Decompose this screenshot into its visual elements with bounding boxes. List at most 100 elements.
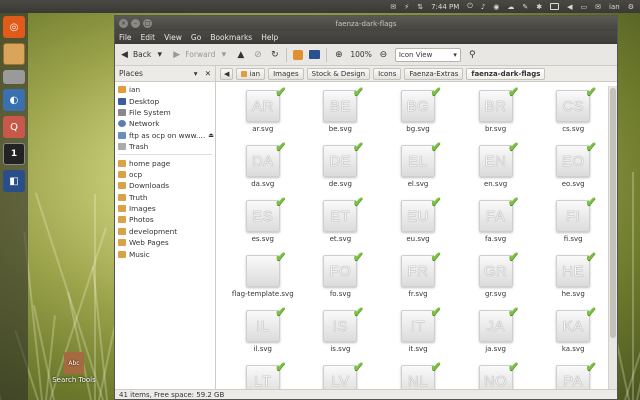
breadcrumb-scroll-left[interactable]: ◀ <box>220 67 234 80</box>
file-item[interactable]: NL ✔ <box>379 359 457 389</box>
forward-button[interactable]: ▶ Forward ▾ <box>171 49 229 60</box>
power-indicator-icon[interactable]: ⚡ <box>404 3 409 11</box>
battery-icon[interactable]: ▭ <box>581 3 588 11</box>
chevron-down-icon[interactable]: ▾ <box>194 69 198 78</box>
keyboard-layout-icon[interactable] <box>550 3 560 10</box>
pin-icon[interactable]: ✎ <box>522 3 528 11</box>
sidebar-bookmark[interactable]: ocp <box>115 169 215 180</box>
file-item[interactable]: ✔ flag-template.svg <box>224 249 302 306</box>
sidebar-bookmark[interactable]: Downloads <box>115 180 215 191</box>
volume-icon[interactable]: ◀ <box>567 3 572 11</box>
menu-file[interactable]: File <box>119 33 132 42</box>
session-icon[interactable]: ⚙ <box>628 3 634 11</box>
sidebar-item-desktop[interactable]: Desktop <box>115 95 215 106</box>
file-item[interactable]: NO ✔ <box>457 359 535 389</box>
menu-go[interactable]: Go <box>191 33 201 42</box>
menu-view[interactable]: View <box>164 33 182 42</box>
breadcrumb-item-current[interactable]: faenza-dark-flags <box>466 67 546 80</box>
breadcrumb-item[interactable]: Stock & Design <box>306 67 371 80</box>
dash-home-button[interactable]: ◎ <box>3 16 25 38</box>
menu-help[interactable]: Help <box>261 33 278 42</box>
breadcrumb-item[interactable]: Faenza-Extras <box>404 67 464 80</box>
file-item[interactable]: GR ✔ gr.svg <box>457 249 535 306</box>
file-item[interactable]: BR ✔ br.svg <box>457 86 535 141</box>
file-item[interactable]: LT ✔ <box>224 359 302 389</box>
sidebar-item-file-system[interactable]: File System <box>115 107 215 118</box>
file-item[interactable]: LV ✔ <box>302 359 380 389</box>
file-item[interactable]: CS ✔ cs.svg <box>534 86 607 141</box>
reload-button[interactable]: ↻ <box>269 49 280 60</box>
file-item[interactable]: IL ✔ il.svg <box>224 304 302 361</box>
sidebar-bookmark[interactable]: Images <box>115 203 215 214</box>
scrollbar-thumb[interactable] <box>610 88 616 338</box>
home-folder-launcher[interactable] <box>3 43 25 65</box>
shutdown-icon[interactable]: ⏻ <box>467 2 473 11</box>
window-titlebar[interactable]: × – □ faenza-dark-flags <box>115 16 617 31</box>
menu-edit[interactable]: Edit <box>141 33 156 42</box>
system-settings-launcher-icon[interactable]: ◧ <box>3 170 25 192</box>
sidebar-bookmark[interactable]: development <box>115 226 215 237</box>
zoom-in-button[interactable]: ⊕ <box>333 49 344 60</box>
sidebar-bookmark[interactable]: Truth <box>115 192 215 203</box>
stop-button[interactable]: ⊘ <box>252 49 263 60</box>
file-item[interactable]: AR ✔ ar.svg <box>224 86 302 141</box>
file-item[interactable]: FO ✔ fo.svg <box>302 249 380 306</box>
file-item[interactable]: HE ✔ he.svg <box>534 249 607 306</box>
file-item[interactable]: FR ✔ fr.svg <box>379 249 457 306</box>
view-mode-select[interactable]: Icon View ▾ <box>394 47 461 62</box>
file-item[interactable]: JA ✔ ja.svg <box>457 304 535 361</box>
sidebar-item-trash[interactable]: Trash <box>115 141 215 152</box>
chat-icon[interactable]: ✉ <box>595 3 601 11</box>
back-button[interactable]: ◀ Back ▾ <box>119 49 165 60</box>
file-item[interactable]: IT ✔ it.svg <box>379 304 457 361</box>
breadcrumb-item[interactable]: Icons <box>373 67 402 80</box>
sidebar-item-ftp[interactable]: ftp as ocp on www.... ⏏ <box>115 130 215 141</box>
file-item[interactable]: EO ✔ eo.svg <box>534 139 607 196</box>
up-button[interactable]: ▲ <box>235 49 246 60</box>
time-display[interactable]: 7:44 PM <box>431 3 459 11</box>
computer-button[interactable] <box>309 50 321 59</box>
menu-bookmarks[interactable]: Bookmarks <box>210 33 252 42</box>
bluetooth-icon[interactable]: ✱ <box>536 3 542 11</box>
cloud-icon[interactable]: ☁ <box>507 3 514 11</box>
sidebar-title[interactable]: Places <box>119 69 143 78</box>
breadcrumb-item[interactable]: ian <box>236 67 266 80</box>
close-sidebar-icon[interactable]: ✕ <box>205 69 211 78</box>
breadcrumb-item[interactable]: Images <box>268 67 304 80</box>
file-item[interactable]: IS ✔ is.svg <box>302 304 380 361</box>
file-item[interactable]: EU ✔ eu.svg <box>379 194 457 251</box>
vertical-scrollbar[interactable] <box>608 86 617 389</box>
sidebar-bookmark[interactable]: Web Pages <box>115 237 215 248</box>
file-item[interactable]: EL ✔ el.svg <box>379 139 457 196</box>
file-item[interactable]: DE ✔ de.svg <box>302 139 380 196</box>
zoom-out-button[interactable]: ⊖ <box>378 49 389 60</box>
file-item[interactable]: ET ✔ et.svg <box>302 194 380 251</box>
file-item[interactable]: BG ✔ bg.svg <box>379 86 457 141</box>
eject-icon[interactable]: ⏏ <box>208 132 214 139</box>
file-item[interactable]: FA ✔ fa.svg <box>457 194 535 251</box>
network-icon[interactable]: ⇅ <box>417 3 423 11</box>
messages-icon[interactable]: ◉ <box>493 3 499 11</box>
chromium-launcher-icon[interactable]: ◐ <box>3 89 25 111</box>
file-item[interactable]: DA ✔ da.svg <box>224 139 302 196</box>
zoom-level[interactable]: 100% <box>350 50 371 59</box>
user-name[interactable]: ian <box>609 3 620 11</box>
desktop-icon-search-tools[interactable]: Abc Search Tools <box>52 352 96 384</box>
mail-icon[interactable]: ✉ <box>390 3 396 11</box>
home-button[interactable] <box>293 49 304 60</box>
sidebar-item-network[interactable]: Network <box>115 118 215 129</box>
workspace-switcher[interactable]: 1 <box>3 143 25 165</box>
sidebar-bookmark[interactable]: home page <box>115 157 215 168</box>
file-item[interactable]: PA ✔ <box>534 359 607 389</box>
file-item[interactable]: EN ✔ en.svg <box>457 139 535 196</box>
sidebar-item-home[interactable]: ian <box>115 84 215 95</box>
file-item[interactable]: ES ✔ es.svg <box>224 194 302 251</box>
sidebar-bookmark[interactable]: Music <box>115 248 215 259</box>
file-item[interactable]: KA ✔ ka.svg <box>534 304 607 361</box>
file-item[interactable]: FI ✔ fi.svg <box>534 194 607 251</box>
search-button[interactable]: ⚲ <box>467 49 478 60</box>
sidebar-bookmark[interactable]: Photos <box>115 214 215 225</box>
speaker-icon[interactable]: ♪ <box>481 3 485 11</box>
file-item[interactable]: BE ✔ be.svg <box>302 86 380 141</box>
search-launcher-icon[interactable]: Q <box>3 116 25 138</box>
